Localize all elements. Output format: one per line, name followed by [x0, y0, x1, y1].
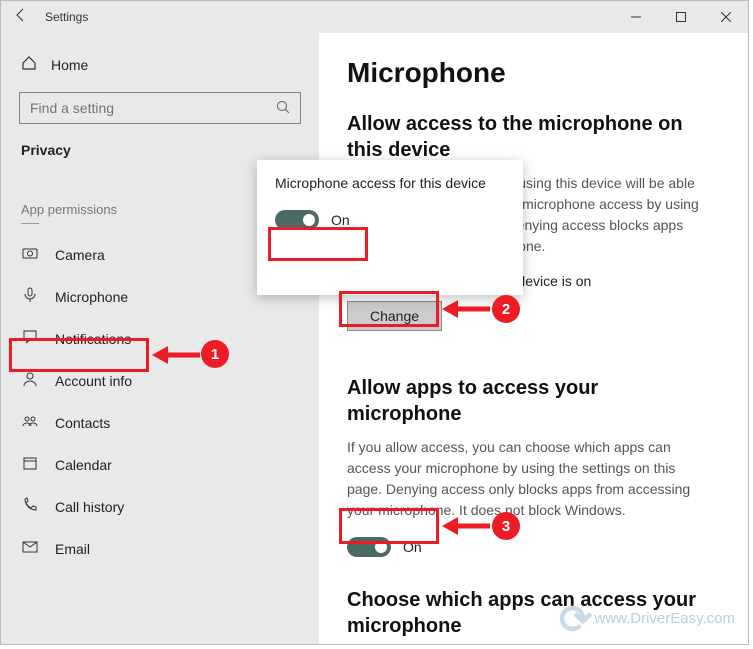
change-button[interactable]: Change	[347, 301, 442, 331]
sidebar-item-email[interactable]: Email	[1, 528, 319, 570]
toggle-label: On	[331, 212, 350, 228]
contacts-icon	[21, 413, 39, 433]
annotation-num-2: 2	[492, 295, 520, 323]
content-pane: Microphone Allow access to the microphon…	[319, 33, 748, 644]
microphone-icon	[21, 287, 39, 307]
calendar-icon	[21, 455, 39, 475]
watermark-text: www.DriverEasy.com	[594, 610, 735, 627]
section-heading: Allow access to the microphone on this d…	[347, 111, 708, 163]
account-icon	[21, 371, 39, 391]
annotation-num-1: 1	[201, 340, 229, 368]
home-nav[interactable]: Home	[1, 47, 319, 82]
section-underline	[21, 223, 39, 224]
window-title: Settings	[41, 10, 613, 24]
search-icon	[276, 100, 290, 117]
sidebar-item-label: Email	[55, 541, 90, 557]
maximize-button[interactable]	[658, 1, 703, 33]
section-app-access: Allow apps to access your microphone If …	[347, 375, 708, 557]
email-icon	[21, 539, 39, 559]
minimize-button[interactable]	[613, 1, 658, 33]
home-label: Home	[51, 57, 88, 73]
device-access-flyout: Microphone access for this device On	[257, 160, 523, 295]
watermark: ⟳ www.DriverEasy.com	[559, 595, 735, 641]
sidebar-item-calendar[interactable]: Calendar	[1, 444, 319, 486]
annotation-arrow-3	[442, 513, 492, 539]
section-desc: If you allow access, you can choose whic…	[347, 437, 708, 521]
app-access-toggle[interactable]	[347, 537, 391, 557]
flyout-toggle-row: On	[275, 210, 505, 230]
sidebar-item-label: Contacts	[55, 415, 110, 431]
settings-window: Settings Home Privacy App permissions	[0, 0, 749, 645]
annotation-num-3: 3	[492, 512, 520, 540]
sidebar-item-contacts[interactable]: Contacts	[1, 402, 319, 444]
toggle-label: On	[403, 539, 422, 555]
sidebar-item-label: Call history	[55, 499, 124, 515]
watermark-logo-icon: ⟳	[559, 597, 589, 643]
home-icon	[21, 55, 37, 74]
sidebar-item-call-history[interactable]: Call history	[1, 486, 319, 528]
sidebar: Home Privacy App permissions Camera Micr…	[1, 33, 319, 644]
search-box[interactable]	[19, 92, 301, 124]
sidebar-item-label: Microphone	[55, 289, 128, 305]
back-button[interactable]	[1, 7, 41, 28]
device-access-toggle[interactable]	[275, 210, 319, 230]
titlebar: Settings	[1, 1, 748, 33]
flyout-title: Microphone access for this device	[275, 174, 505, 194]
annotation-arrow-1	[152, 342, 202, 368]
close-button[interactable]	[703, 1, 748, 33]
page-title: Microphone	[347, 57, 708, 89]
phone-icon	[21, 497, 39, 517]
sidebar-item-label: Notifications	[55, 331, 131, 347]
sidebar-item-label: Account info	[55, 373, 132, 389]
search-input[interactable]	[30, 100, 276, 116]
sidebar-item-label: Calendar	[55, 457, 112, 473]
annotation-arrow-2	[442, 296, 492, 322]
app-access-toggle-row: On	[347, 537, 708, 557]
notifications-icon	[21, 329, 39, 349]
section-heading: Allow apps to access your microphone	[347, 375, 708, 427]
camera-icon	[21, 245, 39, 265]
sidebar-item-label: Camera	[55, 247, 105, 263]
